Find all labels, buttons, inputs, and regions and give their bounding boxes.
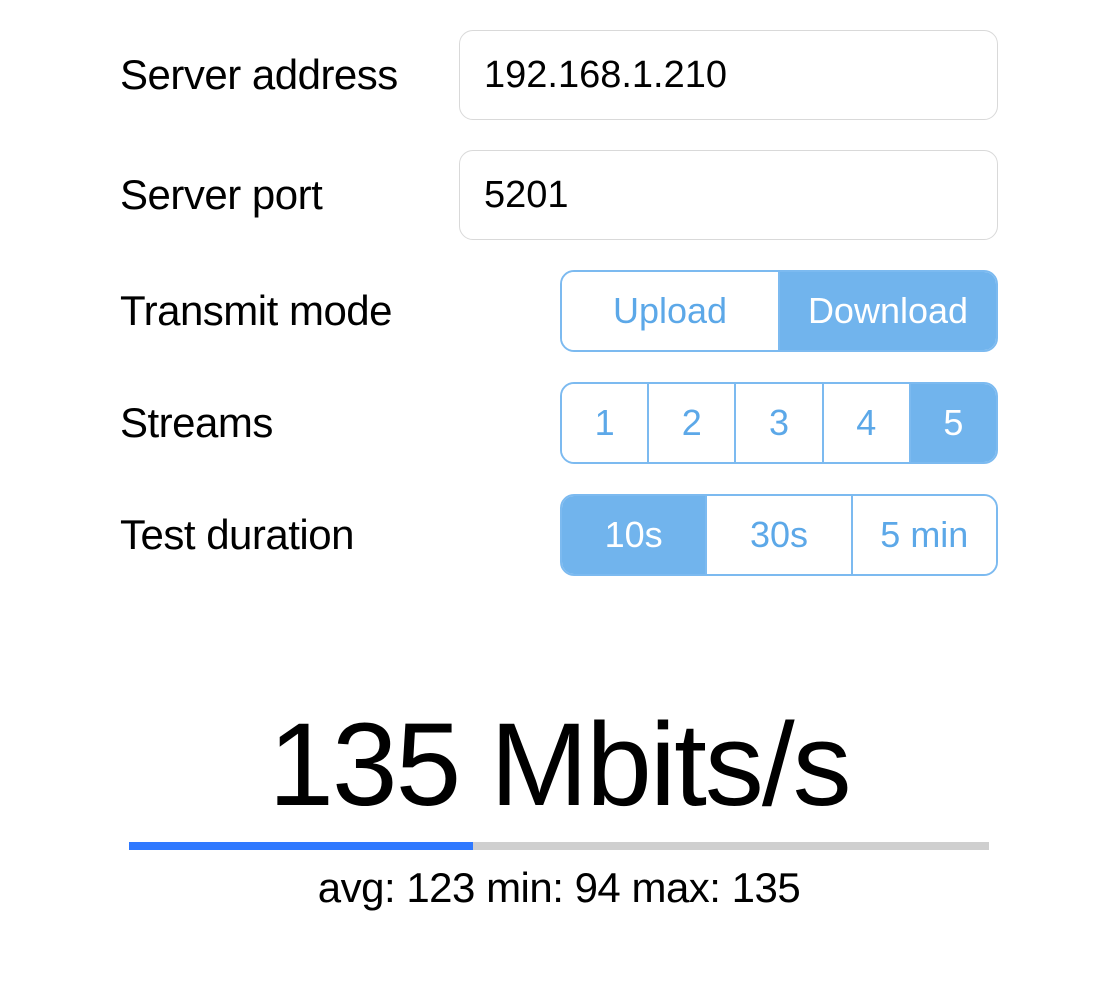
- duration-5min-button[interactable]: 5 min: [853, 496, 996, 574]
- streams-1-button[interactable]: 1: [562, 384, 649, 462]
- streams-3-button[interactable]: 3: [736, 384, 823, 462]
- row-test-duration: Test duration 10s 30s 5 min: [120, 494, 998, 576]
- progress-fill: [129, 842, 473, 850]
- segmented-test-duration: 10s 30s 5 min: [560, 494, 998, 576]
- segmented-transmit-mode: Upload Download: [560, 270, 998, 352]
- server-address-input[interactable]: [459, 30, 998, 120]
- settings-form: Server address Server port Transmit mode…: [0, 0, 1118, 912]
- row-streams: Streams 1 2 3 4 5: [120, 382, 998, 464]
- streams-2-button[interactable]: 2: [649, 384, 736, 462]
- transmit-upload-button[interactable]: Upload: [562, 272, 780, 350]
- transmit-download-button[interactable]: Download: [780, 272, 996, 350]
- server-port-input[interactable]: [459, 150, 998, 240]
- segmented-streams: 1 2 3 4 5: [560, 382, 998, 464]
- stats-text: avg: 123 min: 94 max: 135: [120, 864, 998, 912]
- label-server-port: Server port: [120, 171, 459, 219]
- result-block: 135 Mbits/s avg: 123 min: 94 max: 135: [120, 706, 998, 912]
- label-transmit-mode: Transmit mode: [120, 287, 560, 335]
- row-server-port: Server port: [120, 150, 998, 240]
- label-test-duration: Test duration: [120, 511, 560, 559]
- speed-readout: 135 Mbits/s: [120, 706, 998, 824]
- row-server-address: Server address: [120, 30, 998, 120]
- streams-5-button[interactable]: 5: [911, 384, 996, 462]
- label-server-address: Server address: [120, 51, 459, 99]
- row-transmit-mode: Transmit mode Upload Download: [120, 270, 998, 352]
- label-streams: Streams: [120, 399, 560, 447]
- duration-10s-button[interactable]: 10s: [562, 496, 707, 574]
- duration-30s-button[interactable]: 30s: [707, 496, 852, 574]
- progress-bar: [129, 842, 989, 850]
- streams-4-button[interactable]: 4: [824, 384, 911, 462]
